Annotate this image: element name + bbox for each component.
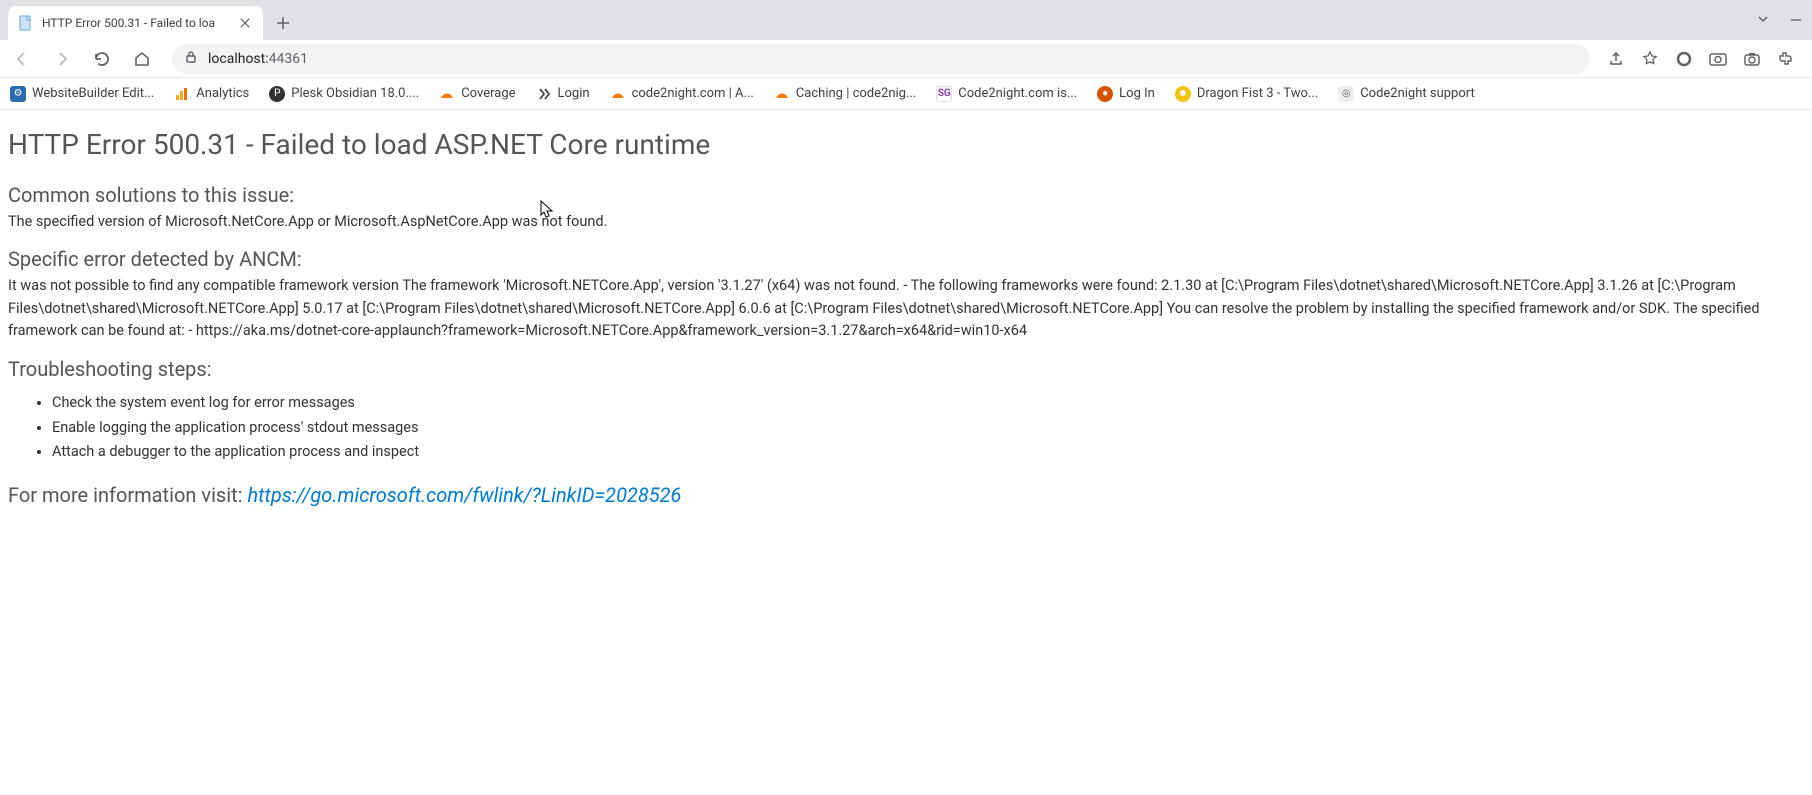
address-bar[interactable]: localhost:44361 (172, 44, 1590, 74)
bookmark-item[interactable]: Caching | code2nig... (774, 86, 916, 102)
bookmark-label: Login (558, 86, 590, 101)
troubleshooting-step: Attach a debugger to the application pro… (52, 440, 1804, 465)
camera-icon[interactable] (1742, 49, 1762, 69)
url-host: localhost:44361 (208, 51, 308, 67)
troubleshooting-step: Check the system event log for error mes… (52, 391, 1804, 416)
bookmark-item[interactable]: Login (536, 86, 590, 102)
tab-title: HTTP Error 500.31 - Failed to loa (42, 16, 229, 30)
bookmark-item[interactable]: ● Log In (1097, 86, 1155, 102)
page-content: HTTP Error 500.31 - Failed to load ASP.N… (0, 110, 1812, 525)
extension-circle-icon[interactable] (1674, 49, 1694, 69)
specific-error-heading: Specific error detected by ANCM: (8, 247, 1804, 271)
bookmark-label: Caching | code2nig... (796, 86, 916, 101)
bookmark-item[interactable]: Coverage (439, 86, 515, 102)
lens-icon[interactable] (1708, 49, 1728, 69)
bookmark-icon: ● (1097, 86, 1113, 102)
toolbar-right (1606, 49, 1804, 69)
bookmark-icon: ⚙ (10, 86, 26, 102)
bookmark-icon (610, 86, 626, 102)
browser-toolbar: localhost:44361 (0, 40, 1812, 78)
more-info-label: For more information visit: (8, 483, 247, 507)
common-solutions-heading: Common solutions to this issue: (8, 183, 1804, 207)
troubleshooting-heading: Troubleshooting steps: (8, 357, 1804, 381)
bookmark-label: Analytics (196, 86, 249, 101)
bookmark-item[interactable]: ⚙ WebsiteBuilder Edit... (10, 86, 154, 102)
bookmark-icon (439, 86, 455, 102)
more-info: For more information visit: https://go.m… (8, 483, 1804, 507)
browser-tab[interactable]: HTTP Error 500.31 - Failed to loa (8, 6, 263, 40)
minimize-icon[interactable] (1790, 11, 1802, 30)
bookmark-icon: ☻ (1175, 86, 1191, 102)
bookmark-item[interactable]: ◎ Code2night support (1338, 86, 1475, 102)
tab-close-icon[interactable] (237, 15, 253, 31)
common-solutions-text: The specified version of Microsoft.NetCo… (8, 211, 1804, 233)
bookmarks-bar: ⚙ WebsiteBuilder Edit... Analytics P Plesk… (0, 78, 1812, 110)
bookmark-icon: SG (936, 86, 952, 102)
new-tab-button[interactable] (269, 9, 297, 37)
lock-icon (184, 50, 198, 68)
bookmark-icon (536, 86, 552, 102)
forward-button[interactable] (48, 45, 76, 73)
bookmark-label: Coverage (461, 86, 515, 101)
tab-strip: HTTP Error 500.31 - Failed to loa (0, 0, 1812, 40)
reload-button[interactable] (88, 45, 116, 73)
window-controls (1756, 0, 1812, 40)
bookmark-label: Log In (1119, 86, 1155, 101)
tab-search-icon[interactable] (1756, 11, 1770, 30)
bookmark-item[interactable]: ☻ Dragon Fist 3 - Two... (1175, 86, 1318, 102)
bookmark-item[interactable]: SG Code2night.com is... (936, 86, 1077, 102)
bookmark-icon (774, 86, 790, 102)
bookmark-icon (174, 86, 190, 102)
specific-error-text: It was not possible to find any compatib… (8, 275, 1804, 342)
troubleshooting-step: Enable logging the application process' … (52, 416, 1804, 441)
error-heading: HTTP Error 500.31 - Failed to load ASP.N… (8, 128, 1804, 161)
bookmark-item[interactable]: P Plesk Obsidian 18.0.... (269, 86, 419, 102)
bookmark-label: Code2night support (1360, 86, 1475, 101)
bookmark-label: WebsiteBuilder Edit... (32, 86, 154, 101)
bookmark-icon: ◎ (1338, 86, 1354, 102)
bookmark-label: Plesk Obsidian 18.0.... (291, 86, 419, 101)
extensions-icon[interactable] (1776, 49, 1796, 69)
troubleshooting-list: Check the system event log for error mes… (52, 391, 1804, 465)
back-button[interactable] (8, 45, 36, 73)
more-info-link[interactable]: https://go.microsoft.com/fwlink/?LinkID=… (247, 483, 681, 507)
bookmark-icon: P (269, 86, 285, 102)
share-icon[interactable] (1606, 49, 1626, 69)
bookmark-label: Code2night.com is... (958, 86, 1077, 101)
bookmark-star-icon[interactable] (1640, 49, 1660, 69)
bookmark-item[interactable]: code2night.com | A... (610, 86, 754, 102)
home-button[interactable] (128, 45, 156, 73)
tab-favicon (18, 15, 34, 31)
bookmark-item[interactable]: Analytics (174, 86, 249, 102)
nav-buttons (8, 45, 156, 73)
bookmark-label: code2night.com | A... (632, 86, 754, 101)
bookmark-label: Dragon Fist 3 - Two... (1197, 86, 1318, 101)
